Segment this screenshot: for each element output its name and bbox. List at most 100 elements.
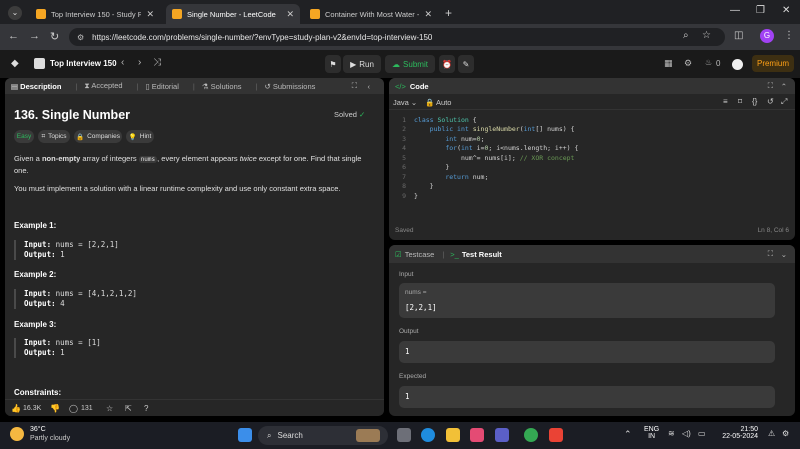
solved-status: Solved ✓ [334, 110, 366, 119]
problem-list-title[interactable]: Top Interview 150 [50, 59, 117, 68]
back-icon[interactable]: ← [8, 30, 19, 42]
terminal-icon: >_ [450, 249, 459, 259]
app-icon[interactable] [549, 428, 563, 442]
tab-test-result[interactable]: Test Result [462, 250, 502, 259]
run-button[interactable]: ▶ Run [343, 55, 381, 73]
tab-editorial[interactable]: ▯ Editorial [146, 82, 186, 91]
favorite-star-icon[interactable]: ☆ [106, 404, 113, 413]
share-icon[interactable]: ⇱ [125, 404, 132, 413]
clock[interactable]: 21:50 22-05-2024 [718, 426, 758, 440]
topics-chip[interactable]: ⌗ Topics [38, 130, 70, 143]
dislike-icon[interactable]: 👎 [50, 404, 60, 413]
tab-title: Top Interview 150 - Study Plan [51, 9, 142, 19]
browser-menu-icon[interactable]: ⋮ [784, 30, 794, 41]
zoom-icon[interactable]: ⌕ [683, 30, 689, 41]
collapse-editor-icon[interactable]: ⌃ [781, 82, 787, 91]
site-info-icon[interactable]: ⚙ [77, 33, 84, 42]
timer-icon[interactable]: ⏰ [439, 55, 455, 73]
companies-chip[interactable]: 🔒 Companies [74, 130, 122, 143]
edge-icon[interactable] [421, 428, 435, 442]
user-avatar[interactable] [732, 59, 743, 70]
language-indicator[interactable]: ENG IN [644, 426, 659, 440]
example-3-title: Example 3: [14, 320, 57, 329]
like-icon[interactable]: 👍 [11, 404, 21, 413]
leetcode-logo-icon[interactable]: ◆ [11, 58, 23, 70]
fullscreen-icon[interactable]: ⤢ [781, 97, 787, 107]
debug-icon[interactable]: ⚑ [325, 55, 341, 73]
expand-editor-icon[interactable]: ⛶ [768, 81, 773, 91]
expected-label: Expected [399, 373, 427, 380]
minimize-icon[interactable]: — [730, 5, 740, 16]
collapse-result-icon[interactable]: ⌄ [781, 250, 787, 259]
battery-icon[interactable]: ▭ [698, 429, 706, 438]
teams-icon[interactable] [495, 428, 509, 442]
settings-gear-icon[interactable]: ⚙ [684, 58, 692, 69]
extensions-icon[interactable]: ◫ [734, 30, 743, 41]
reset-icon[interactable]: ↺ [767, 97, 774, 106]
close-tab-icon[interactable]: ✕ [286, 9, 294, 20]
close-tab-icon[interactable]: ✕ [146, 9, 154, 20]
braces-icon[interactable]: {} [752, 97, 757, 106]
code-panel-header: </> Code ⛶ ⌃ [389, 78, 795, 94]
shuffle-icon[interactable]: ⤨ [153, 57, 161, 68]
forward-icon[interactable]: → [29, 30, 40, 42]
weather-icon[interactable] [10, 427, 24, 441]
submit-button[interactable]: ☁ Submit [385, 55, 435, 73]
volume-icon[interactable]: ◁) [682, 429, 691, 438]
example-2-title: Example 2: [14, 270, 57, 279]
profile-avatar[interactable]: G [760, 29, 774, 43]
editor-saved-status: Saved [395, 227, 414, 234]
file-explorer-icon[interactable] [446, 428, 460, 442]
browser-tab-single-number[interactable]: Single Number - LeetCode ✕ [166, 4, 300, 24]
layout-grid-icon[interactable]: ▦ [664, 58, 673, 69]
chrome-icon[interactable] [524, 428, 538, 442]
prev-problem-icon[interactable]: ‹ [121, 57, 124, 68]
windows-start-icon[interactable] [238, 428, 252, 442]
notes-icon[interactable]: ✎ [458, 55, 474, 73]
help-icon[interactable]: ? [144, 404, 148, 413]
expand-panel-icon[interactable]: ⛶ [352, 81, 357, 91]
address-bar[interactable]: ⚙ https://leetcode.com/problems/single-n… [69, 28, 725, 46]
maximize-icon[interactable]: ❐ [756, 5, 765, 16]
comment-count: 131 [81, 405, 93, 412]
reload-icon[interactable]: ↻ [50, 30, 59, 43]
tab-submissions[interactable]: ↺ Submissions [264, 82, 322, 91]
tab-description[interactable]: ▤ Description [11, 82, 68, 91]
editor-toolbar: Java ⌄ 🔒 Auto ≡ ⌑ {} ↺ ⤢ [389, 94, 795, 110]
language-select[interactable]: Java ⌄ [393, 98, 417, 107]
photos-icon[interactable] [470, 428, 484, 442]
wifi-icon[interactable]: ≋ [668, 429, 675, 438]
notification-icon[interactable]: ⚠ [768, 429, 775, 438]
auto-mode-toggle[interactable]: 🔒 Auto [425, 98, 451, 107]
format-icon[interactable]: ≡ [723, 97, 728, 106]
taskbar-search[interactable]: ⌕ Search [258, 426, 388, 445]
premium-button[interactable]: Premium [752, 55, 794, 72]
settings-icon[interactable]: ⚙ [782, 429, 789, 438]
bookmark-star-icon[interactable]: ☆ [702, 30, 711, 41]
close-tab-icon[interactable]: ✕ [424, 9, 432, 20]
comment-icon[interactable]: ◯ [69, 404, 78, 413]
close-window-icon[interactable]: ✕ [782, 5, 790, 16]
browser-tab-study-plan[interactable]: Top Interview 150 - Study Plan ✕ [30, 4, 160, 24]
problem-list-icon[interactable] [34, 58, 45, 69]
tab-testcase[interactable]: Testcase [405, 250, 435, 259]
tab-accepted[interactable]: ⧗ Accepted [84, 81, 129, 91]
tab-search-icon[interactable]: ⌄ [8, 6, 22, 20]
streak-fire-icon[interactable]: ♨ [705, 58, 712, 67]
expected-box: 1 [399, 386, 775, 408]
browser-toolbar: ← → ↻ ⚙ https://leetcode.com/problems/si… [0, 24, 800, 50]
expand-result-icon[interactable]: ⛶ [768, 249, 773, 259]
example-3-block: Input: nums = [1] Output: 1 [14, 338, 374, 358]
hint-chip[interactable]: 💡 Hint [126, 130, 154, 143]
new-tab-button[interactable]: + [445, 6, 452, 20]
browser-tab-container-water[interactable]: Container With Most Water - Le ✕ [304, 4, 438, 24]
collapse-panel-icon[interactable]: ‹ [368, 82, 371, 91]
tray-chevron-icon[interactable]: ⌃ [624, 429, 632, 440]
bookmark-icon[interactable]: ⌑ [738, 97, 742, 106]
description-footer: 👍 16.3K 👎 ◯ 131 ☆ ⇱ ? [5, 399, 384, 416]
search-highlight-image [356, 429, 380, 442]
tab-solutions[interactable]: ⚗ Solutions [202, 82, 249, 91]
code-icon: </> [395, 81, 406, 91]
next-problem-icon[interactable]: › [138, 57, 141, 68]
task-view-icon[interactable] [397, 428, 411, 442]
